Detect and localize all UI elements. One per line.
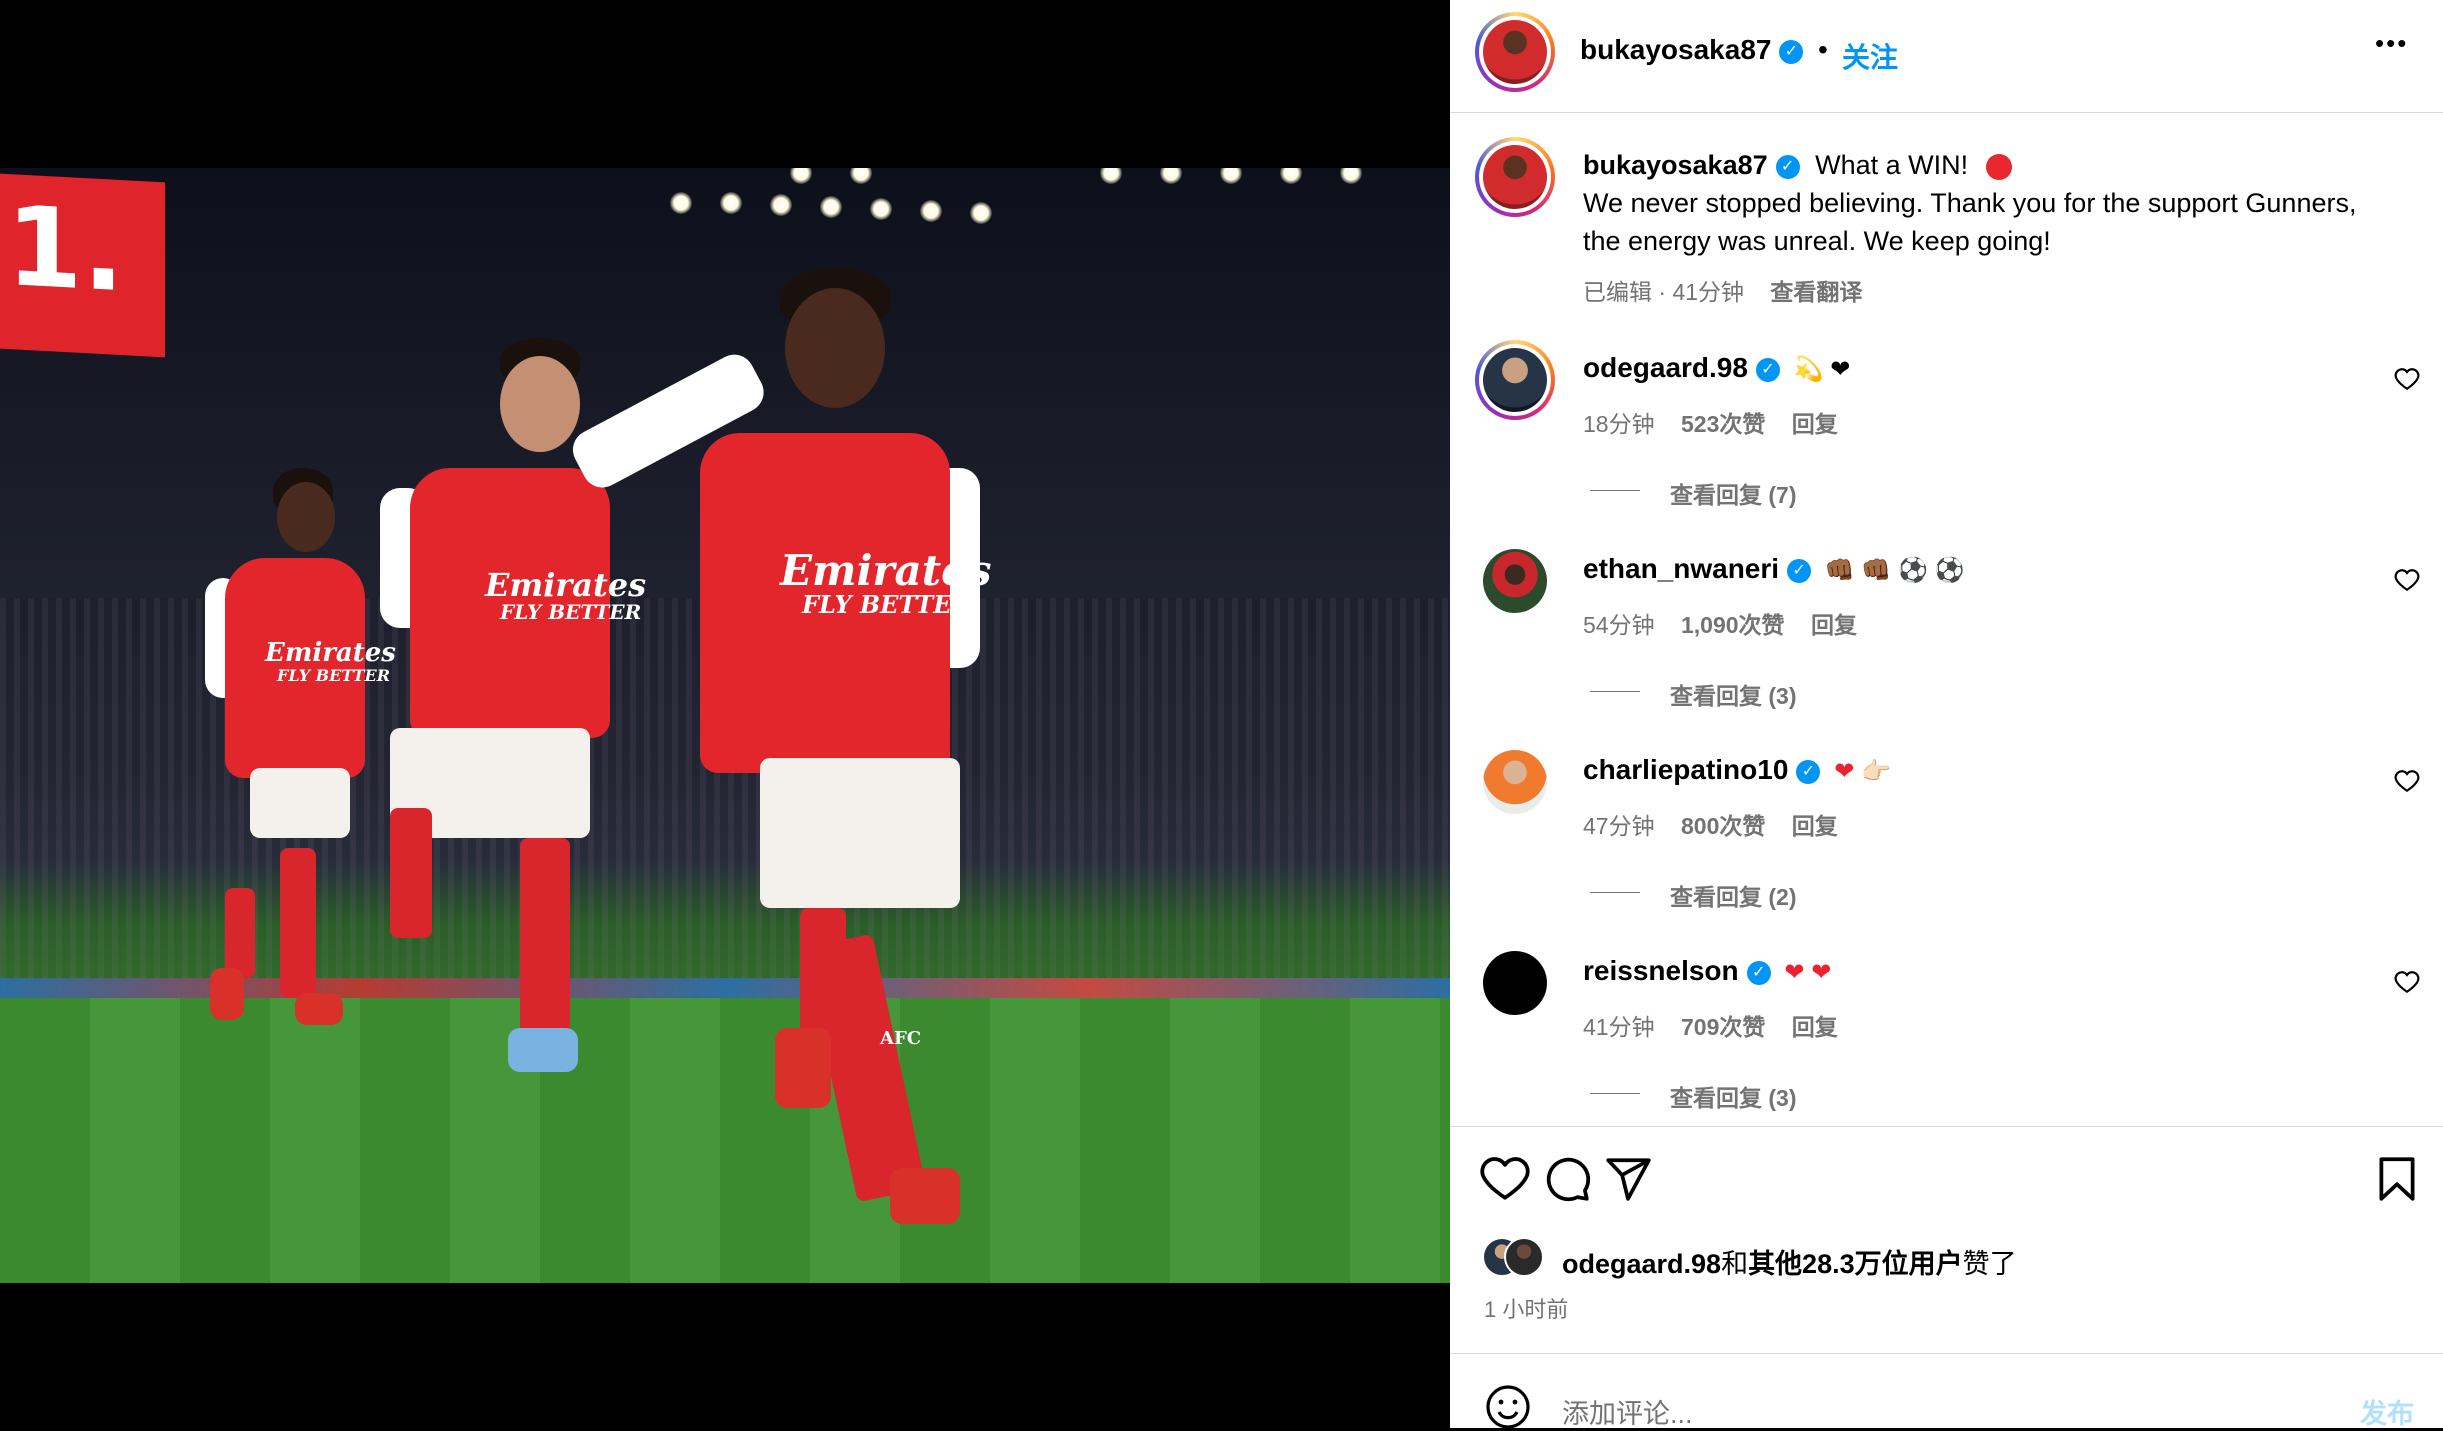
more-options-icon[interactable]: •••: [2375, 28, 2408, 59]
likes-conj: 和: [1721, 1249, 1749, 1279]
post-time[interactable]: 1 小时前: [1484, 1292, 1568, 1324]
comment-meta: 54分钟 1,090次赞 回复: [1583, 606, 1857, 640]
post-comment-button[interactable]: 发布: [2360, 1392, 2414, 1431]
comment-icon[interactable]: [1542, 1154, 1592, 1204]
stadium-scoreboard: 1.: [0, 173, 165, 358]
bookmark-icon[interactable]: [2372, 1154, 2422, 1204]
comment-like-heart-icon[interactable]: [2394, 768, 2420, 794]
comment-meta: 41分钟 709次赞 回复: [1583, 1008, 1838, 1042]
comment-avatar[interactable]: [1483, 750, 1547, 814]
follow-button[interactable]: 关注: [1842, 36, 1898, 76]
comment-emojis: ❤ ❤: [1784, 959, 1832, 987]
caption-edited-time: 已编辑 · 41分钟: [1583, 279, 1745, 305]
comment-avatar[interactable]: [1475, 340, 1555, 420]
verified-icon: ✓: [1746, 960, 1771, 985]
comment-line: odegaard.98 ✓ 💫 ❤: [1583, 352, 1850, 384]
comment-likes[interactable]: 523次赞: [1681, 411, 1765, 437]
comment-like-heart-icon[interactable]: [2394, 567, 2420, 593]
comment-like-heart-icon[interactable]: [2394, 969, 2420, 995]
comment-like-heart-icon[interactable]: [2394, 366, 2420, 392]
caption-line-1: bukayosaka87 ✓ What a WIN!: [1583, 146, 2012, 184]
likes-others[interactable]: 其他28.3万位用户: [1748, 1249, 1963, 1279]
reply-button[interactable]: 回复: [1811, 612, 1857, 638]
liker-avatar: [1504, 1237, 1544, 1277]
comment-time: 47分钟: [1583, 813, 1655, 839]
comment-time: 18分钟: [1583, 411, 1655, 437]
verified-icon: ✓: [1779, 39, 1804, 64]
caption-line-3: the energy was unreal. We keep going!: [1583, 226, 2051, 256]
comment-time: 41分钟: [1583, 1014, 1655, 1040]
verified-icon: ✓: [1787, 558, 1812, 583]
verified-icon: ✓: [1755, 357, 1780, 382]
comment-emojis: 👊🏾 👊🏾 ⚽ ⚽: [1824, 557, 1965, 585]
comment-username[interactable]: charliepatino10: [1583, 754, 1788, 785]
caption-username[interactable]: bukayosaka87: [1583, 150, 1768, 180]
likes-text[interactable]: odegaard.98和其他28.3万位用户赞了: [1562, 1242, 2017, 1281]
red-circle-emoji: [1985, 153, 2012, 180]
comment-likes[interactable]: 1,090次赞: [1681, 612, 1785, 638]
comment-avatar[interactable]: [1483, 549, 1547, 613]
caption-avatar[interactable]: [1475, 137, 1555, 217]
comment-emojis: ❤ 👉🏻: [1834, 758, 1891, 786]
emoji-icon[interactable]: [1484, 1383, 1532, 1431]
post-media: 1. Emirates FLY BETTER Emirates FLY BETT…: [0, 0, 1450, 1428]
comment-meta: 18分钟 523次赞 回复: [1583, 405, 1838, 439]
comment-likes[interactable]: 709次赞: [1681, 1014, 1765, 1040]
view-replies-button[interactable]: 查看回复 (2): [1670, 878, 1797, 912]
comment-emojis: 💫 ❤: [1793, 356, 1851, 384]
player-front: Emirates FLY BETTER AFC: [565, 268, 1020, 1228]
likes-username[interactable]: odegaard.98: [1562, 1249, 1721, 1279]
reply-button[interactable]: 回复: [1792, 813, 1838, 839]
reply-button[interactable]: 回复: [1792, 1014, 1838, 1040]
view-replies-button[interactable]: 查看回复 (3): [1670, 1079, 1797, 1113]
comment-meta: 47分钟 800次赞 回复: [1583, 807, 1838, 841]
reply-button[interactable]: 回复: [1792, 411, 1838, 437]
like-heart-icon[interactable]: [1480, 1154, 1530, 1204]
likes-suffix: 赞了: [1962, 1249, 2017, 1279]
author-avatar[interactable]: [1475, 12, 1555, 92]
comment-username[interactable]: reissnelson: [1583, 955, 1739, 986]
view-replies-button[interactable]: 查看回复 (3): [1670, 677, 1797, 711]
post-side-panel: bukayosaka87 ✓ • 关注 ••• bukayosaka87 ✓ Wha…: [1450, 0, 2443, 1431]
share-icon[interactable]: [1603, 1154, 1653, 1204]
author-username[interactable]: bukayosaka87 ✓: [1580, 34, 1804, 66]
comment-avatar[interactable]: [1483, 951, 1547, 1015]
comment-likes[interactable]: 800次赞: [1681, 813, 1765, 839]
comment-line: ethan_nwaneri ✓ 👊🏾 👊🏾 ⚽ ⚽: [1583, 553, 1964, 585]
comment-line: charliepatino10 ✓ ❤ 👉🏻: [1583, 754, 1891, 786]
comment-input[interactable]: 添加评论...: [1562, 1392, 1693, 1431]
post-photo: 1. Emirates FLY BETTER Emirates FLY BETT…: [0, 168, 1450, 1283]
caption-meta: 已编辑 · 41分钟 查看翻译: [1583, 273, 1862, 307]
translate-link[interactable]: 查看翻译: [1770, 279, 1862, 305]
author-username-text[interactable]: bukayosaka87: [1580, 34, 1771, 65]
caption-first-text: What a WIN!: [1815, 150, 1969, 180]
verified-icon: ✓: [1796, 759, 1821, 784]
comment-username[interactable]: odegaard.98: [1583, 352, 1748, 383]
separator-dot: •: [1818, 34, 1828, 65]
comment-username[interactable]: ethan_nwaneri: [1583, 553, 1779, 584]
verified-icon: ✓: [1775, 154, 1800, 179]
comment-line: reissnelson ✓ ❤ ❤: [1583, 955, 1831, 987]
caption-line-2: We never stopped believing. Thank you fo…: [1583, 188, 2357, 218]
comment-time: 54分钟: [1583, 612, 1655, 638]
view-replies-button[interactable]: 查看回复 (7): [1670, 476, 1797, 510]
